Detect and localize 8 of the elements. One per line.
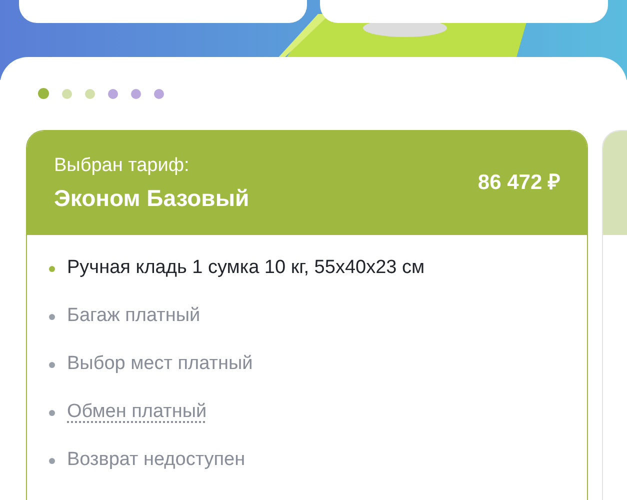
- feature-text: Ручная кладь 1 сумка 10 кг, 55х40х23 см: [67, 256, 425, 280]
- feature-text: Возврат недоступен: [67, 448, 246, 472]
- feature-text: Выбор мест платный: [67, 352, 253, 376]
- tariff-price: 86 472 ₽: [478, 170, 560, 196]
- tariff-name: Эконом Базовый: [54, 184, 250, 212]
- tariff-card[interactable]: Выбран тариф: Эконом Базовый 86 472 ₽ Ручная кладь 1 сумка 10 кг, 55х40х23 см Багаж платный Выбор мест платный Обмен платный Возврат недоступен: [26, 130, 588, 500]
- feature-text: Багаж платный: [67, 304, 200, 328]
- tariff-caption: Выбран тариф:: [54, 154, 190, 178]
